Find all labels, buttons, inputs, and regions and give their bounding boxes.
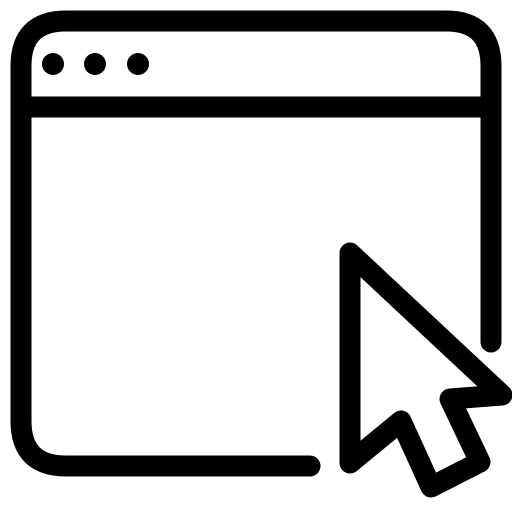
browser-window-cursor-svg	[10, 10, 512, 498]
window-dot-3	[127, 53, 149, 75]
window-dot-1	[42, 53, 64, 75]
window-dot-2	[84, 53, 106, 75]
mouse-pointer-icon	[339, 242, 512, 498]
browser-window-cursor-icon	[0, 0, 512, 512]
